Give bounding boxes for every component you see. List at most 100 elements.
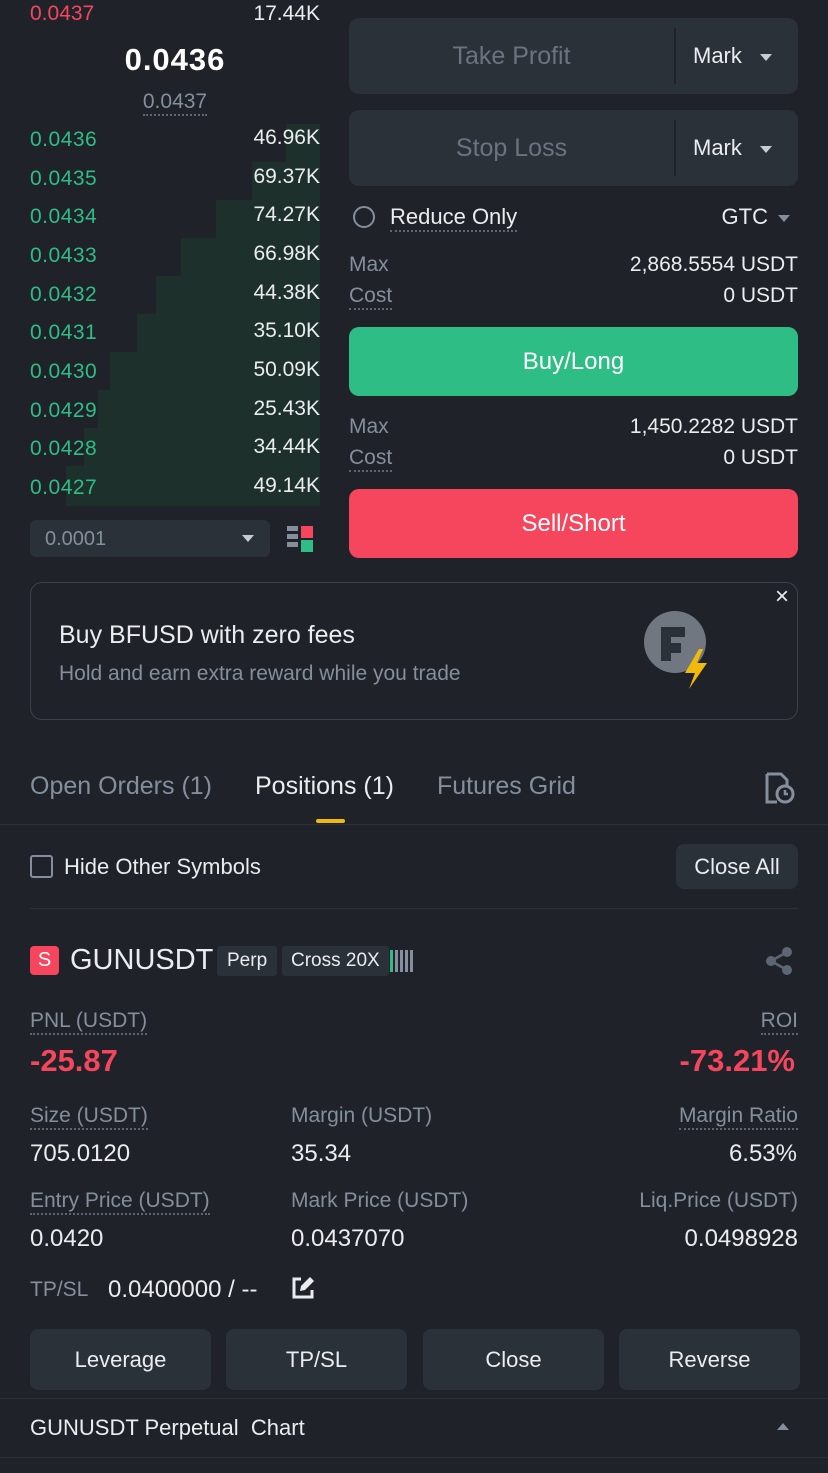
chevron-down-icon	[759, 145, 772, 153]
stop-loss-type-select[interactable]: Mark	[693, 110, 772, 186]
bid-price: 0.0428	[30, 437, 98, 460]
take-profit-type: Mark	[693, 43, 742, 68]
buy-cost-value: 0 USDT	[723, 284, 798, 307]
sell-short-button[interactable]: Sell/Short	[349, 489, 798, 558]
max-label: Max	[349, 253, 389, 276]
entry-price-value: 0.0420	[30, 1225, 104, 1252]
bid-price: 0.0431	[30, 321, 98, 344]
tpsl-label: TP/SL	[30, 1278, 89, 1301]
bid-amount: 66.98K	[253, 242, 320, 265]
pnl-value: -25.87	[30, 1043, 118, 1078]
stop-loss-input[interactable]: Stop Loss	[349, 110, 674, 186]
bid-price: 0.0433	[30, 244, 98, 267]
share-icon[interactable]	[764, 946, 794, 976]
hide-other-symbols-checkbox[interactable]	[30, 855, 53, 878]
mark-price[interactable]: 0.0437	[142, 90, 208, 116]
take-profit-input[interactable]: Take Profit	[349, 18, 674, 94]
time-in-force-select[interactable]: GTC	[722, 204, 790, 230]
bid-price: 0.0429	[30, 399, 98, 422]
take-profit-field[interactable]: Take Profit Mark	[349, 18, 798, 94]
cost-label[interactable]: Cost	[349, 284, 393, 310]
liq-price-label: Liq.Price (USDT)	[639, 1189, 798, 1212]
tab-positions[interactable]: Positions (1)	[255, 772, 394, 801]
reduce-only-radio[interactable]	[353, 206, 375, 228]
size-label[interactable]: Size (USDT)	[30, 1104, 148, 1130]
chevron-down-icon	[778, 214, 790, 222]
tab-futures-grid[interactable]: Futures Grid	[437, 772, 576, 801]
bid-price: 0.0432	[30, 283, 98, 306]
bid-price: 0.0430	[30, 360, 98, 383]
bid-amount: 35.10K	[253, 319, 320, 342]
bid-amount: 69.37K	[253, 165, 320, 188]
bid-amount: 49.14K	[253, 474, 320, 497]
divider	[0, 1457, 828, 1458]
roi-value: -73.21%	[679, 1043, 795, 1078]
tif-value: GTC	[721, 204, 768, 229]
bid-price: 0.0436	[30, 128, 98, 151]
margin-ratio-value: 6.53%	[728, 1140, 797, 1167]
entry-price-label[interactable]: Entry Price (USDT)	[30, 1189, 210, 1215]
perp-tag: Perp	[217, 946, 278, 976]
bfusd-logo-icon	[644, 611, 707, 689]
mark-price-value: 0.0437070	[291, 1225, 405, 1252]
chart-drawer-label: GUNUSDT Perpetual Chart	[30, 1415, 305, 1440]
sell-cost-value: 0 USDT	[723, 446, 798, 469]
tpsl-button[interactable]: TP/SL	[226, 1329, 407, 1390]
size-value: 705.0120	[30, 1140, 131, 1167]
order-history-icon[interactable]	[765, 772, 795, 805]
bid-amount: 44.38K	[253, 281, 320, 304]
edit-icon[interactable]	[291, 1276, 315, 1300]
precision-value: 0.0001	[45, 528, 107, 550]
bid-amount: 74.27K	[253, 203, 320, 226]
sell-max-value: 1,450.2282 USDT	[629, 415, 798, 438]
buy-long-button[interactable]: Buy/Long	[349, 327, 798, 396]
mark-price-label: Mark Price (USDT)	[291, 1189, 469, 1212]
bid-price: 0.0435	[30, 167, 98, 190]
close-icon[interactable]: ×	[775, 583, 789, 611]
margin-ratio-label[interactable]: Margin Ratio	[678, 1104, 798, 1130]
take-profit-type-select[interactable]: Mark	[693, 18, 772, 94]
close-position-button[interactable]: Close	[423, 1329, 604, 1390]
bid-amount: 50.09K	[253, 358, 320, 381]
orderbook-layout-icon[interactable]	[287, 526, 313, 552]
position-symbol[interactable]: GUNUSDT	[70, 944, 213, 977]
bid-price: 0.0434	[30, 205, 98, 228]
stop-loss-field[interactable]: Stop Loss Mark	[349, 110, 798, 186]
precision-select[interactable]: 0.0001	[30, 520, 270, 557]
reverse-button[interactable]: Reverse	[619, 1329, 800, 1390]
divider	[674, 28, 676, 84]
promo-banner[interactable]: Buy BFUSD with zero fees Hold and earn e…	[30, 582, 798, 720]
pnl-label[interactable]: PNL (USDT)	[30, 1009, 148, 1035]
margin-label: Margin (USDT)	[291, 1104, 433, 1127]
hide-other-symbols-label[interactable]: Hide Other Symbols	[64, 854, 261, 880]
tpsl-value: 0.0400000 / --	[108, 1276, 258, 1303]
last-price[interactable]: 0.0436	[30, 42, 320, 78]
divider	[0, 824, 828, 825]
close-all-button[interactable]: Close All	[676, 844, 798, 889]
side-badge: S	[30, 946, 59, 975]
cost-label[interactable]: Cost	[349, 446, 393, 472]
bid-amount: 34.44K	[253, 435, 320, 458]
banner-title: Buy BFUSD with zero fees	[59, 621, 355, 649]
divider	[30, 908, 798, 909]
liq-price-value: 0.0498928	[684, 1225, 798, 1252]
margin-value: 35.34	[291, 1140, 352, 1167]
ask-amount-partial: 17.44K	[253, 2, 320, 22]
banner-subtitle: Hold and earn extra reward while you tra…	[59, 662, 461, 685]
ask-price-partial[interactable]: 0.0437	[30, 2, 94, 22]
max-label: Max	[349, 415, 389, 438]
chevron-down-icon	[242, 535, 254, 542]
leverage-button[interactable]: Leverage	[30, 1329, 211, 1390]
bid-amount: 46.96K	[253, 126, 320, 149]
roi-label[interactable]: ROI	[760, 1009, 798, 1035]
reduce-only-label[interactable]: Reduce Only	[390, 204, 518, 232]
stop-loss-type: Mark	[693, 135, 742, 160]
buy-max-value: 2,868.5554 USDT	[629, 253, 798, 276]
chevron-down-icon	[759, 53, 772, 61]
margin-mode-tag[interactable]: Cross 20X	[282, 946, 389, 976]
chart-drawer-toggle[interactable]: GUNUSDT Perpetual Chart	[0, 1399, 828, 1457]
tab-open-orders[interactable]: Open Orders (1)	[30, 772, 212, 801]
bid-price: 0.0427	[30, 476, 98, 499]
divider	[674, 120, 676, 176]
chevron-up-icon	[777, 1423, 789, 1430]
